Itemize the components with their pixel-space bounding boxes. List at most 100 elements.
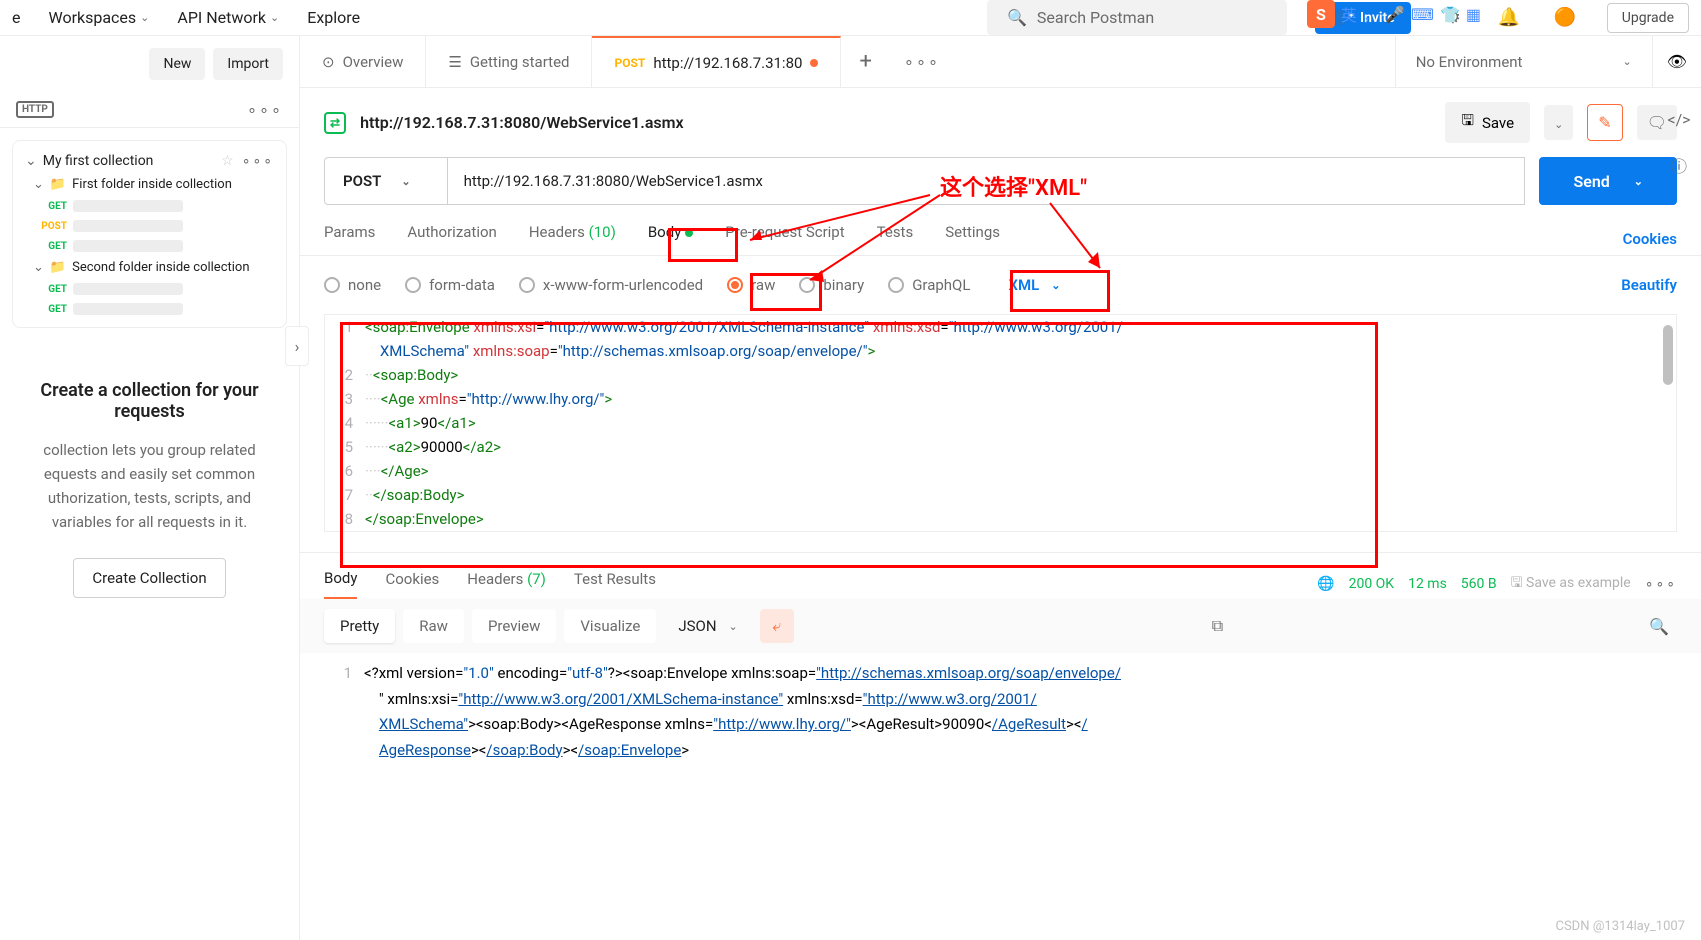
tab-tests[interactable]: Tests [877, 223, 914, 255]
sidebar-footer-desc: collection lets you group related equest… [20, 438, 279, 534]
collection-header[interactable]: ⌄ My first collection ☆ ∘∘∘ [13, 149, 286, 173]
new-tab-button[interactable]: + [841, 49, 889, 74]
request-row[interactable]: POST [13, 216, 286, 236]
radio-graphql[interactable]: GraphQL [888, 276, 970, 294]
scrollbar-thumb[interactable] [1663, 325, 1673, 385]
ime-punctuation-icon[interactable]: ， [1363, 2, 1379, 26]
chevron-down-icon: ⌄ [33, 177, 44, 192]
right-rail: </> ⓘ [1657, 96, 1701, 177]
response-body[interactable]: 1<?xml version="1.0" encoding="utf-8"?><… [300, 653, 1701, 771]
view-preview[interactable]: Preview [472, 609, 556, 643]
beautify-link[interactable]: Beautify [1621, 276, 1677, 294]
radio-raw[interactable]: raw [727, 276, 775, 294]
wrap-lines-icon[interactable]: ⤶ [760, 609, 794, 643]
globe-icon[interactable]: 🌐 [1317, 576, 1334, 592]
tab-headers[interactable]: Headers (10) [529, 223, 616, 255]
tab-params[interactable]: Params [324, 223, 375, 255]
info-icon[interactable]: ⓘ [1671, 153, 1687, 177]
environment-quicklook-icon[interactable]: 👁 [1652, 36, 1701, 87]
status-code: 200 OK [1349, 576, 1395, 592]
search-icon: 🔍 [1007, 8, 1027, 27]
nav-api-network[interactable]: API Network ⌄ [177, 8, 279, 27]
nav-explore[interactable]: Explore [307, 8, 360, 27]
more-icon[interactable]: ∘∘∘ [242, 153, 274, 169]
view-pretty[interactable]: Pretty [324, 609, 395, 643]
body-format-selector[interactable]: XML⌄ [994, 270, 1074, 300]
more-icon[interactable]: ∘∘∘ [247, 100, 283, 119]
ime-mic-icon[interactable]: 🎤 [1385, 5, 1405, 24]
tab-settings[interactable]: Settings [945, 223, 1000, 255]
nav-home[interactable]: e [12, 8, 20, 27]
upgrade-button[interactable]: Upgrade [1607, 3, 1689, 33]
code-icon[interactable]: </> [1667, 110, 1690, 129]
resp-tab-body[interactable]: Body [324, 569, 357, 599]
tabs-more-button[interactable]: ∘∘∘ [890, 52, 954, 71]
view-visualize[interactable]: Visualize [564, 609, 656, 643]
format-selector[interactable]: JSON⌄ [664, 609, 751, 643]
chevron-down-icon: ⌄ [270, 11, 279, 24]
search-icon[interactable]: 🔍 [1641, 617, 1677, 636]
time-badge: 12 ms [1408, 576, 1447, 592]
chevron-down-icon: ⌄ [729, 620, 738, 633]
body-editor[interactable]: 1<soap:Envelope xmlns:xsi="http://www.w3… [324, 314, 1677, 532]
chevron-down-icon: ⌄ [140, 11, 149, 24]
sidebar-http-item[interactable]: HTTP ∘∘∘ [0, 92, 299, 128]
notifications-icon[interactable]: 🔔 [1495, 4, 1523, 32]
request-row[interactable]: GET [13, 279, 286, 299]
radio-xwww[interactable]: x-www-form-urlencoded [519, 276, 703, 294]
cookies-link[interactable]: Cookies [1623, 230, 1677, 248]
request-row[interactable]: GET [13, 196, 286, 216]
radio-none[interactable]: none [324, 276, 381, 294]
avatar[interactable]: 🟠 [1551, 4, 1579, 32]
copy-icon[interactable]: ⧉ [1204, 616, 1231, 636]
import-button[interactable]: Import [213, 48, 283, 80]
tab-getting-started[interactable]: ☰Getting started [426, 36, 592, 87]
resp-tab-cookies[interactable]: Cookies [385, 570, 439, 598]
save-dropdown[interactable]: ⌄ [1544, 105, 1573, 140]
request-name: http://192.168.7.31:8080/WebService1.asm… [360, 113, 684, 132]
resp-tab-headers[interactable]: Headers (7) [467, 570, 546, 598]
resp-tab-results[interactable]: Test Results [574, 570, 656, 598]
chevron-down-icon: ⌄ [33, 260, 44, 275]
tab-authorization[interactable]: Authorization [407, 223, 496, 255]
tab-prerequest[interactable]: Pre-request Script [725, 223, 844, 255]
more-icon[interactable]: ∘∘∘ [1645, 576, 1677, 592]
folder-row[interactable]: ⌄ 📁 First folder inside collection [13, 173, 286, 196]
star-icon[interactable]: ☆ [221, 153, 234, 169]
new-button[interactable]: New [149, 48, 205, 80]
collection-panel: ⌄ My first collection ☆ ∘∘∘ ⌄ 📁 First fo… [12, 140, 287, 328]
radio-binary[interactable]: binary [799, 276, 864, 294]
nav-workspaces[interactable]: Workspaces ⌄ [48, 8, 149, 27]
folder-icon: 📁 [50, 260, 66, 275]
sidebar-collapse-toggle[interactable]: › [285, 326, 309, 366]
chevron-down-icon: ⌄ [401, 175, 410, 188]
tab-overview[interactable]: ⊙Overview [300, 36, 426, 87]
watermark: CSDN @1314lay_1007 [1556, 919, 1686, 934]
unsaved-dot-icon [810, 59, 818, 67]
request-row[interactable]: GET [13, 236, 286, 256]
folder-row[interactable]: ⌄ 📁 Second folder inside collection [13, 256, 286, 279]
create-collection-button[interactable]: Create Collection [73, 558, 225, 598]
active-dot-icon [685, 229, 693, 237]
save-button[interactable]: 🖫Save [1445, 102, 1530, 143]
ime-keyboard-icon[interactable]: ⌨ [1411, 5, 1434, 24]
ime-skin-icon[interactable]: 👕 [1440, 5, 1460, 24]
chevron-down-icon: ⌄ [1622, 55, 1631, 68]
radio-formdata[interactable]: form-data [405, 276, 495, 294]
edit-button[interactable]: ✎ [1587, 104, 1622, 141]
save-example-button[interactable]: 🖫 Save as example [1511, 572, 1631, 596]
url-input[interactable] [448, 157, 1526, 205]
request-row[interactable]: GET [13, 299, 286, 319]
tab-body[interactable]: Body [648, 223, 693, 255]
environment-selector[interactable]: No Environment⌄ [1395, 36, 1652, 87]
request-header: ⇄ http://192.168.7.31:8080/WebService1.a… [300, 88, 1701, 157]
ime-logo-icon[interactable]: S [1307, 0, 1335, 28]
view-raw[interactable]: Raw [403, 609, 464, 643]
search-input[interactable]: 🔍 Search Postman [987, 0, 1287, 35]
ime-grid-icon[interactable]: ▦ [1466, 5, 1481, 24]
tab-request-active[interactable]: POST http://192.168.7.31:80 [592, 36, 841, 87]
http-transfer-icon: ⇄ [324, 112, 346, 134]
method-selector[interactable]: POST⌄ [324, 157, 448, 205]
ime-lang-label[interactable]: 英 [1341, 2, 1357, 26]
folder-icon: 📁 [50, 177, 66, 192]
